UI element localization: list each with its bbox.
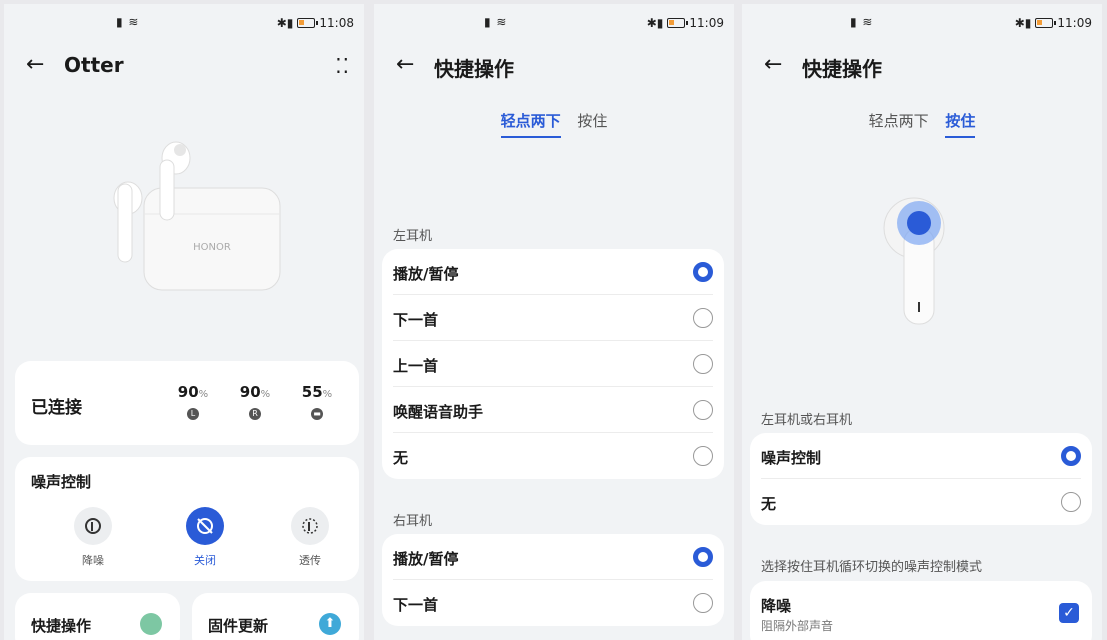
bluetooth-icon: ✱▮ — [276, 16, 294, 30]
status-bar: ▮ ≋ ✱▮ 11:09 — [374, 4, 734, 44]
firmware-update-card[interactable]: 固件更新 ⬆ — [192, 593, 359, 640]
cycle-mode-section: 选择按住耳机循环切换的噪声控制模式 — [761, 560, 983, 575]
more-options-icon[interactable]: ⁚⁚ — [335, 54, 350, 78]
tab-double-tap[interactable]: 轻点两下 — [869, 110, 929, 136]
transparency-icon — [291, 507, 329, 545]
cycle-mode-list: 降噪 阻隔外部声音 ✓ — [750, 581, 1092, 640]
option-row[interactable]: 下一首 — [393, 295, 713, 341]
back-arrow-icon[interactable]: ← — [396, 52, 414, 77]
radio-selected[interactable] — [693, 547, 713, 567]
right-options-list: 播放/暂停 下一首 — [382, 534, 724, 626]
battery-left: 90% L — [177, 383, 209, 420]
status-time: 11:08 — [319, 16, 354, 30]
radio[interactable] — [693, 308, 713, 328]
tab-double-tap[interactable]: 轻点两下 — [500, 110, 561, 138]
battery-right: 90% R — [239, 383, 271, 420]
radio-selected[interactable] — [693, 262, 713, 282]
radio[interactable] — [693, 593, 713, 613]
page-title: 快捷操作 — [434, 57, 514, 81]
radio[interactable] — [693, 354, 713, 374]
right-earbud-section: 右耳机 — [393, 514, 433, 529]
back-arrow-icon[interactable]: ← — [764, 52, 782, 77]
mode-off[interactable]: 关闭 — [175, 507, 235, 568]
tab-bar: 轻点两下 按住 — [742, 110, 1102, 138]
left-earbud-icon: L — [187, 408, 199, 420]
device-screen: ▮ ≋ ✱▮ 11:09 ← 快捷操作 轻点两下 按住 左耳机 播放/暂停 下一… — [374, 4, 734, 640]
battery-icon — [1035, 18, 1057, 28]
app-bar: ← 快捷操作 — [742, 46, 1102, 86]
signal-icons: ▮ ≋ — [484, 15, 508, 29]
status-time: 11:09 — [1057, 16, 1092, 30]
earbud-section: 左耳机或右耳机 — [761, 413, 853, 428]
right-earbud-icon: R — [249, 408, 261, 420]
page-title: Otter — [64, 53, 124, 77]
hold-options-list: 噪声控制 无 — [750, 433, 1092, 525]
tab-press-hold[interactable]: 按住 — [577, 110, 607, 136]
back-arrow-icon[interactable]: ← — [26, 52, 44, 77]
radio-selected[interactable] — [1061, 446, 1081, 466]
earbud-press-image — [883, 197, 945, 325]
quick-actions-label: 快捷操作 — [31, 617, 92, 635]
brand-logo: HONOR — [193, 242, 231, 253]
status-right: ✱▮ 11:08 — [277, 16, 354, 30]
battery-icon — [667, 18, 689, 28]
noise-off-icon — [186, 507, 224, 545]
radio[interactable] — [693, 446, 713, 466]
status-right: ✱▮ 11:09 — [647, 16, 724, 30]
battery-icon — [297, 18, 319, 28]
bluetooth-icon: ✱▮ — [1014, 16, 1032, 30]
status-bar: ▮ ≋ ✱▮ 11:09 — [742, 4, 1102, 44]
anc-icon — [74, 507, 112, 545]
noise-control-title: 噪声控制 — [31, 473, 92, 491]
tab-bar: 轻点两下 按住 — [374, 110, 734, 138]
mode-anc[interactable]: 降噪 — [63, 507, 123, 568]
app-bar: ← Otter ⁚⁚ — [4, 46, 364, 86]
left-options-list: 播放/暂停 下一首 上一首 唤醒语音助手 无 — [382, 249, 724, 479]
quick-actions-card[interactable]: 快捷操作 — [15, 593, 180, 640]
earbuds-case-image: HONOR — [113, 141, 281, 291]
bluetooth-icon: ✱▮ — [646, 16, 664, 30]
battery-case: 55% ▬ — [301, 383, 333, 420]
firmware-update-label: 固件更新 — [208, 617, 269, 635]
device-screen: ▮ ≋ ✱▮ 11:09 ← 快捷操作 轻点两下 按住 左耳机或右耳机 噪声控制… — [742, 4, 1102, 640]
option-row[interactable]: 噪声控制 — [761, 433, 1081, 479]
status-right: ✱▮ 11:09 — [1015, 16, 1092, 30]
option-row[interactable]: 唤醒语音助手 — [393, 387, 713, 433]
option-row[interactable]: 无 — [393, 433, 713, 479]
status-bar: ▮ ≋ ✱▮ 11:08 — [4, 4, 364, 44]
option-row[interactable]: 下一首 — [393, 580, 713, 626]
connection-status: 已连接 — [31, 398, 82, 418]
option-row[interactable]: 无 — [761, 479, 1081, 525]
signal-icons: ▮ ≋ — [850, 15, 874, 29]
status-time: 11:09 — [689, 16, 724, 30]
page-title: 快捷操作 — [802, 57, 882, 81]
upload-icon: ⬆ — [319, 613, 341, 635]
tab-press-hold[interactable]: 按住 — [945, 110, 976, 138]
device-screen: ▮ ≋ ✱▮ 11:08 ← Otter ⁚⁚ HONOR 已连接 90% L … — [4, 4, 364, 640]
option-row[interactable]: 播放/暂停 — [393, 249, 713, 295]
touch-gesture-icon — [140, 613, 162, 635]
option-row[interactable]: 播放/暂停 — [393, 534, 713, 580]
checkbox-checked-icon[interactable]: ✓ — [1059, 603, 1079, 623]
mode-row[interactable]: 降噪 阻隔外部声音 ✓ — [761, 581, 1081, 640]
signal-icons: ▮ ≋ — [116, 15, 140, 29]
mode-transparency[interactable]: 透传 — [280, 507, 340, 568]
radio[interactable] — [693, 400, 713, 420]
option-row[interactable]: 上一首 — [393, 341, 713, 387]
left-earbud-section: 左耳机 — [393, 229, 433, 244]
radio[interactable] — [1061, 492, 1081, 512]
app-bar: ← 快捷操作 — [374, 46, 734, 86]
case-icon: ▬ — [311, 408, 323, 420]
connection-card: 已连接 90% L 90% R 55% ▬ — [15, 361, 359, 445]
noise-control-card: 噪声控制 降噪 关闭 透传 — [15, 457, 359, 581]
